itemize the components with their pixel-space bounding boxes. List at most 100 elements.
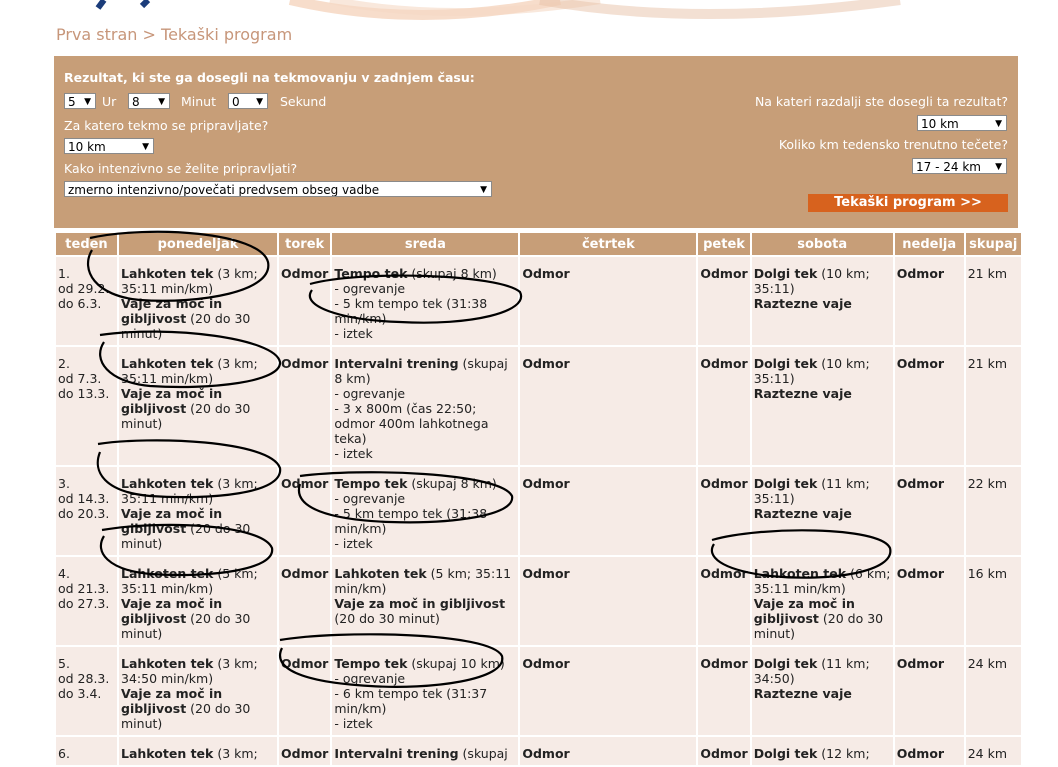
cell-friday: Odmor bbox=[696, 555, 752, 647]
activity-line: Lahkoten tek (6 km; 35:11 min/km) bbox=[754, 566, 891, 596]
cell-thursday: Odmor bbox=[518, 555, 699, 647]
minutes-select[interactable]: 8 ▼ bbox=[128, 93, 170, 109]
table-row: 5. od 28.3. do 3.4. Lahkoten tek (3 km; 34:… bbox=[54, 645, 1023, 737]
hours-select[interactable]: 5 ▼ bbox=[64, 93, 96, 109]
activity-title: Odmor bbox=[896, 266, 945, 281]
cell-wednesday: Intervalni trening (skupaj 8 km) - ogreva… bbox=[330, 345, 521, 467]
race-select-value: 10 km bbox=[68, 140, 106, 154]
activity-detail: - ogrevanje bbox=[334, 491, 406, 506]
week-line: 5. bbox=[58, 656, 70, 671]
activity-line: (20 do 30 minut) bbox=[334, 611, 516, 626]
activity-line: Dolgi tek (10 km; 35:11) bbox=[754, 356, 891, 386]
seconds-select-value: 0 bbox=[232, 95, 240, 109]
intensity-select[interactable]: zmerno intenzivno/povečati predvsem obse… bbox=[64, 181, 492, 197]
distance-select-value: 10 km bbox=[921, 117, 959, 131]
cell-wednesday: Lahkoten tek (5 km; 35:11 min/km) Vaje za… bbox=[330, 555, 521, 647]
cell-tuesday: Odmor bbox=[276, 255, 333, 347]
cell-total: 21 km bbox=[963, 345, 1023, 467]
activity-line: Vaje za moč in gibljivost (20 do 30 minu… bbox=[121, 506, 275, 551]
cell-thursday: Odmor bbox=[518, 255, 699, 347]
activity-line: Odmor bbox=[522, 356, 694, 371]
activity-title: Tempo tek bbox=[334, 656, 408, 671]
cell-week: 1. od 29.2. do 6.3. bbox=[54, 255, 119, 347]
activity-line: Lahkoten tek (5 km; 35:11 min/km) bbox=[334, 566, 516, 596]
activity-line: Odmor bbox=[281, 356, 328, 371]
activity-line: - iztek bbox=[334, 326, 516, 341]
activity-title: Odmor bbox=[700, 476, 748, 491]
hours-select-value: 5 bbox=[68, 95, 76, 109]
activity-line: Tempo tek (skupaj 10 km) bbox=[334, 656, 516, 671]
cell-saturday: Dolgi tek (11 km; 35:11) Raztezne vaje bbox=[749, 465, 895, 557]
activity-line: Odmor bbox=[897, 746, 962, 761]
cell-total: 21 km bbox=[963, 255, 1023, 347]
activity-line: Odmor bbox=[700, 656, 747, 671]
week-line: od 14.3. bbox=[58, 491, 110, 506]
week-total: 16 km bbox=[967, 566, 1008, 581]
cell-week: 4. od 21.3. do 27.3. bbox=[54, 555, 119, 647]
activity-title: Odmor bbox=[522, 746, 570, 761]
cell-friday: Odmor bbox=[696, 645, 752, 737]
activity-line: Vaje za moč in gibljivost (20 do 30 minu… bbox=[121, 296, 275, 341]
activity-line: Odmor bbox=[522, 266, 694, 281]
activity-title: Raztezne vaje bbox=[753, 686, 852, 701]
cell-wednesday: Tempo tek (skupaj 8 km) - ogrevanje - 5 km… bbox=[330, 255, 521, 347]
activity-detail: (skupaj 8 km) bbox=[407, 266, 497, 281]
activity-line: Odmor bbox=[281, 566, 328, 581]
activity-detail: - iztek bbox=[334, 326, 373, 341]
activity-line: Odmor bbox=[897, 566, 962, 581]
activity-title: Dolgi tek bbox=[753, 656, 818, 671]
cell-tuesday: Odmor bbox=[276, 645, 333, 737]
cell-monday: Lahkoten tek (3 km; 34:50 min/km) Vaje za… bbox=[117, 645, 279, 737]
cell-monday: Lahkoten tek (3 km; 35:11 min/km) Vaje za… bbox=[117, 345, 279, 467]
activity-detail: - iztek bbox=[334, 446, 373, 461]
activity-title: Odmor bbox=[522, 566, 570, 581]
activity-line: Odmor bbox=[281, 656, 328, 671]
race-question-label: Za katero tekmo se pripravljate? bbox=[64, 118, 269, 133]
table-row: 4. od 21.3. do 27.3. Lahkoten tek (5 km; 35… bbox=[54, 555, 1023, 647]
activity-detail: (skupaj bbox=[458, 746, 508, 761]
activity-line: - iztek bbox=[334, 446, 516, 461]
cell-saturday: Lahkoten tek (6 km; 35:11 min/km) Vaje za… bbox=[749, 555, 895, 647]
generate-program-button[interactable]: Tekaški program >> bbox=[808, 194, 1008, 212]
cell-monday: Lahkoten tek (3 km; bbox=[117, 735, 279, 767]
activity-title: Intervalni trening bbox=[334, 746, 459, 761]
weekly-km-question-label: Koliko km tedensko trenutno tečete? bbox=[778, 137, 1008, 152]
race-select[interactable]: 10 km ▼ bbox=[64, 138, 154, 154]
activity-title: Lahkoten tek bbox=[334, 566, 427, 581]
activity-detail: (20 do 30 minut) bbox=[334, 611, 440, 626]
activity-line: Lahkoten tek (3 km; bbox=[121, 746, 275, 761]
activity-title: Intervalni trening bbox=[334, 356, 459, 371]
activity-line: Dolgi tek (12 km; bbox=[754, 746, 891, 761]
activity-line: Lahkoten tek (3 km; 35:11 min/km) bbox=[121, 476, 275, 506]
activity-line: Odmor bbox=[281, 266, 328, 281]
activity-line: Odmor bbox=[700, 566, 747, 581]
activity-line: Odmor bbox=[522, 746, 694, 761]
activity-title: Odmor bbox=[896, 356, 945, 371]
cell-saturday: Dolgi tek (11 km; 34:50) Raztezne vaje bbox=[749, 645, 895, 737]
activity-title: Raztezne vaje bbox=[753, 506, 852, 521]
cell-saturday: Dolgi tek (12 km; bbox=[749, 735, 895, 767]
activity-line: Odmor bbox=[522, 566, 694, 581]
activity-line: Dolgi tek (10 km; 35:11) bbox=[754, 266, 891, 296]
cell-total: 22 km bbox=[963, 465, 1023, 557]
activity-title: Odmor bbox=[522, 356, 570, 371]
breadcrumb-current: Tekaški program bbox=[161, 25, 293, 44]
activity-title: Odmor bbox=[700, 266, 748, 281]
activity-title: Dolgi tek bbox=[753, 746, 818, 761]
activity-line: Odmor bbox=[897, 656, 962, 671]
weekly-km-select[interactable]: 17 - 24 km ▼ bbox=[912, 158, 1007, 174]
banner-swoosh-graphic bbox=[95, 0, 901, 20]
cell-total: 24 km bbox=[963, 735, 1023, 767]
cell-sunday: Odmor bbox=[892, 255, 966, 347]
distance-select[interactable]: 10 km ▼ bbox=[917, 115, 1007, 131]
header-total: skupaj bbox=[963, 231, 1023, 257]
activity-title: Odmor bbox=[896, 566, 945, 581]
activity-line: - ogrevanje bbox=[334, 281, 516, 296]
activity-title: Odmor bbox=[522, 476, 570, 491]
seconds-select[interactable]: 0 ▼ bbox=[228, 93, 268, 109]
cell-week: 3. od 14.3. do 20.3. bbox=[54, 465, 119, 557]
activity-line: Dolgi tek (11 km; 34:50) bbox=[754, 656, 891, 686]
breadcrumb-home-link[interactable]: Prva stran bbox=[56, 25, 137, 44]
week-line: 4. bbox=[58, 566, 70, 581]
header-sunday: nedelja bbox=[892, 231, 966, 257]
